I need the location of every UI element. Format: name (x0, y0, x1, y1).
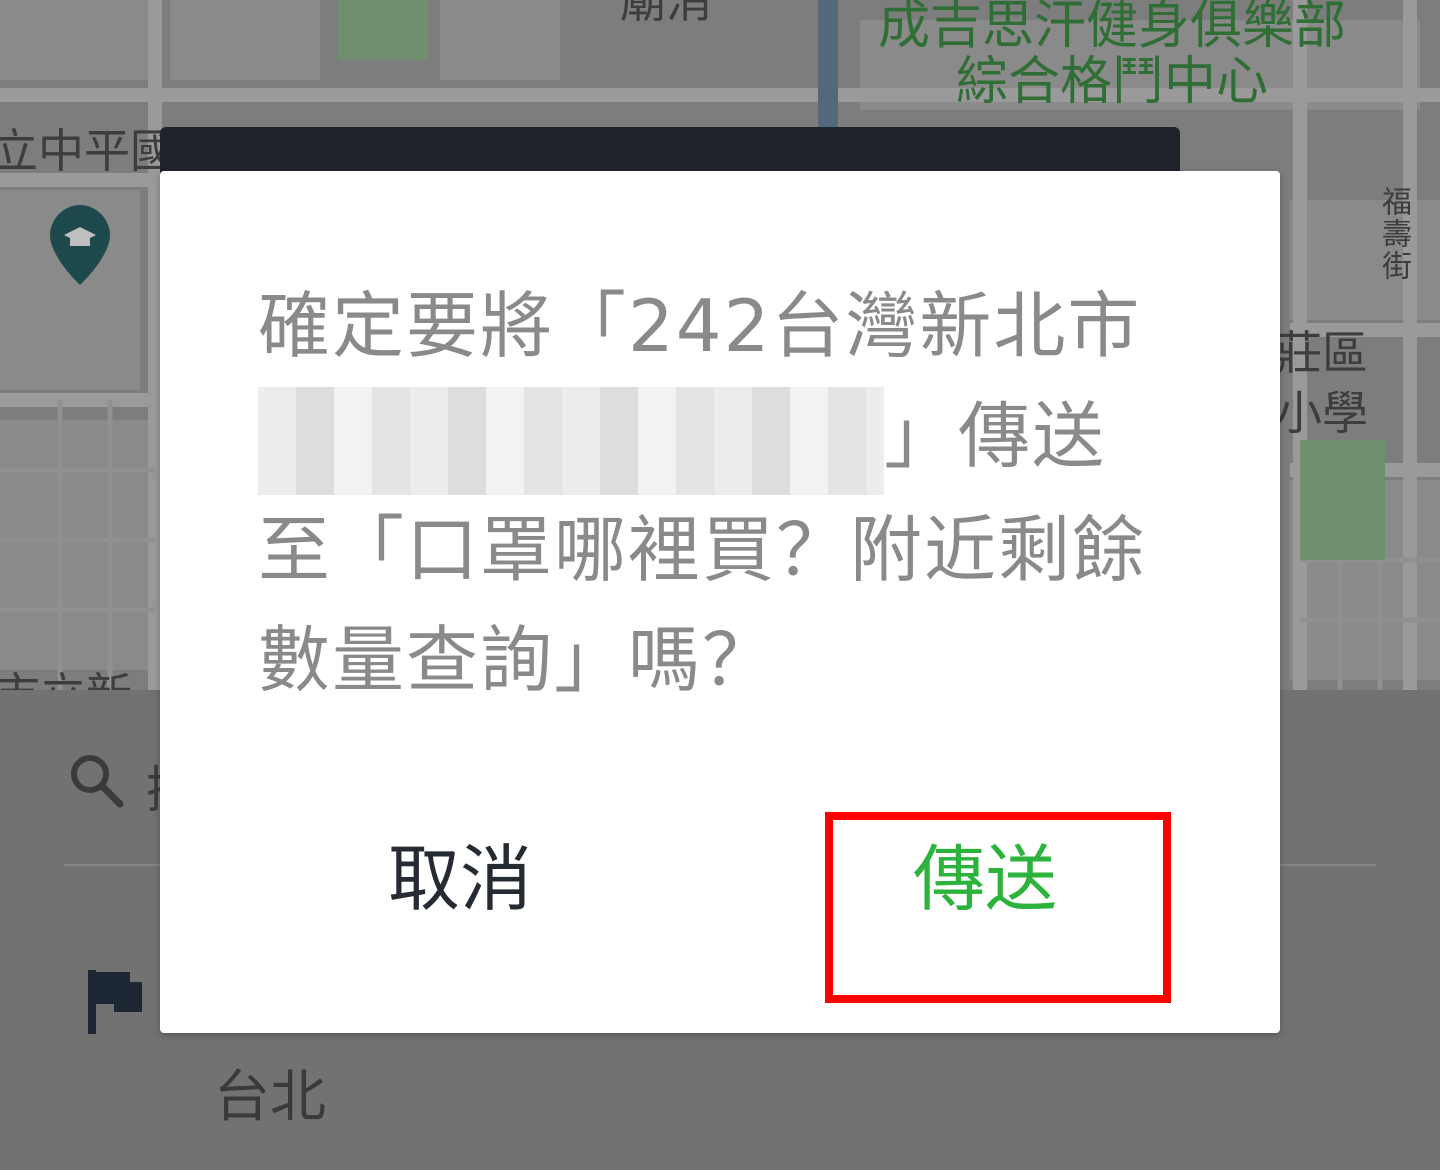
map-label-top-center: 廟消 (620, 0, 712, 28)
map-label-school-right: 小學 (1276, 386, 1368, 440)
dialog-button-row: 取消 傳送 (160, 773, 1280, 1033)
cancel-button[interactable]: 取消 (350, 803, 570, 953)
result-name[interactable]: 台北 (214, 1052, 326, 1133)
flag-icon (86, 968, 146, 1040)
send-button[interactable]: 傳送 (875, 803, 1095, 953)
confirm-dialog: 確定要將「242台灣新北市」傳送至「口罩哪裡買？附近剩餘數量查詢」嗎？ 取消 傳… (160, 171, 1280, 1033)
dimmed-header-bar (160, 127, 1180, 177)
map-label-gym-line2: 綜合格鬥中心 (956, 52, 1269, 112)
map-label-gym-line1: 成吉思汗健身俱樂部 (878, 0, 1347, 56)
message-part1: 確定要將「242台灣新北市 (258, 284, 1142, 368)
search-icon[interactable] (68, 752, 124, 812)
map-label-street-right: 福壽街 (1376, 186, 1411, 282)
map-label-left-bottom: 市立新 (0, 672, 132, 690)
map-label-district-right: 莊區 (1276, 326, 1368, 380)
dialog-message: 確定要將「242台灣新北市」傳送至「口罩哪裡買？附近剩餘數量查詢」嗎？ (258, 271, 1178, 715)
redacted-address (258, 387, 884, 496)
